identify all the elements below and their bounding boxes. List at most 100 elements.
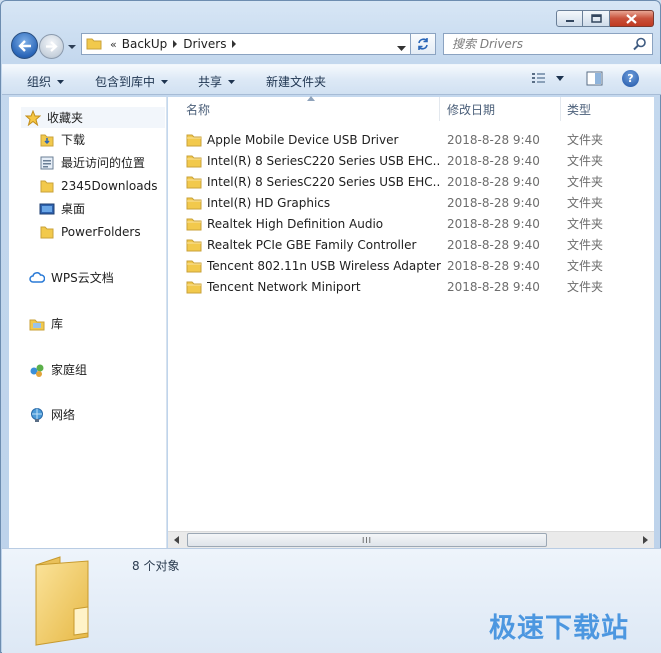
chevron-down-icon: [556, 75, 564, 81]
file-type: 文件夹: [567, 154, 604, 168]
file-name: Realtek High Definition Audio: [207, 216, 384, 231]
address-dropdown-icon[interactable]: [397, 41, 406, 55]
new-folder-button[interactable]: 新建文件夹: [266, 73, 326, 90]
share-label: 共享: [198, 75, 223, 89]
column-header-type[interactable]: 类型: [567, 97, 591, 121]
nav-item-homegroup[interactable]: 家庭组: [29, 359, 87, 380]
minimize-button[interactable]: [556, 10, 583, 27]
nav-item-powerfolders[interactable]: PowerFolders: [39, 221, 141, 242]
file-type: 文件夹: [567, 259, 604, 273]
horizontal-scrollbar[interactable]: III: [168, 531, 654, 548]
nav-favorites-label: 收藏夹: [47, 111, 84, 125]
file-row[interactable]: Intel(R) 8 SeriesC220 Series USB EHC... 2…: [186, 171, 646, 192]
folder-icon: [186, 176, 202, 188]
breadcrumb-backup[interactable]: BackUp: [122, 37, 168, 51]
folder-icon: [186, 197, 202, 209]
scrollbar-thumb[interactable]: III: [187, 533, 547, 547]
breadcrumb-separator[interactable]: [231, 38, 237, 51]
maximize-button[interactable]: [583, 10, 610, 27]
scroll-left-button[interactable]: [168, 532, 185, 548]
search-input[interactable]: [444, 34, 624, 54]
organize-label: 组织: [27, 75, 52, 89]
search-box[interactable]: [443, 33, 653, 55]
nav-item-label: WPS云文档: [51, 271, 114, 285]
desktop-icon: [39, 201, 55, 217]
file-date: 2018-8-28 9:40: [447, 132, 540, 147]
nav-item-recent-places[interactable]: 最近访问的位置: [39, 152, 145, 173]
file-row[interactable]: Intel(R) 8 SeriesC220 Series USB EHC... 2…: [186, 150, 646, 171]
nav-item-network[interactable]: 网络: [29, 404, 75, 425]
folder-icon: [186, 134, 202, 146]
column-header-name[interactable]: 名称: [186, 97, 210, 121]
nav-item-label: 桌面: [61, 202, 86, 216]
search-icon[interactable]: [633, 37, 647, 54]
column-divider[interactable]: [560, 97, 561, 121]
forward-button[interactable]: [39, 34, 64, 59]
breadcrumb-overflow[interactable]: «: [110, 38, 117, 51]
explorer-window: « BackUp Drivers 组织 包含到库中 共享: [0, 0, 661, 653]
network-icon: [29, 407, 45, 423]
preview-pane-button[interactable]: [586, 71, 604, 90]
nav-item-label: 网络: [51, 408, 76, 422]
address-bar[interactable]: « BackUp Drivers: [81, 33, 411, 55]
include-in-library-button[interactable]: 包含到库中: [95, 73, 169, 90]
file-row[interactable]: Apple Mobile Device USB Driver 2018-8-28 …: [186, 129, 646, 150]
share-button[interactable]: 共享: [198, 73, 236, 90]
file-name: Realtek PCIe GBE Family Controller: [207, 237, 417, 252]
folder-icon: [186, 260, 202, 272]
file-name: Tencent 802.11n USB Wireless Adapter: [207, 258, 441, 273]
nav-item-desktop[interactable]: 桌面: [39, 198, 85, 219]
folder-icon: [39, 178, 55, 194]
nav-item-label: 家庭组: [51, 363, 88, 377]
nav-item-downloads[interactable]: 下载: [39, 129, 85, 150]
file-row[interactable]: Intel(R) HD Graphics 2018-8-28 9:40 文件夹: [186, 192, 646, 213]
organize-button[interactable]: 组织: [27, 73, 65, 90]
nav-item-label: PowerFolders: [61, 224, 141, 239]
file-list: 名称 修改日期 类型 Apple Mobile Device USB Drive…: [168, 96, 654, 548]
nav-item-2345downloads[interactable]: 2345Downloads: [39, 175, 157, 196]
file-date: 2018-8-28 9:40: [447, 258, 540, 273]
close-button[interactable]: [610, 10, 654, 27]
chevron-down-icon: [228, 79, 236, 84]
column-header-date-modified[interactable]: 修改日期: [447, 97, 495, 121]
file-date: 2018-8-28 9:40: [447, 237, 540, 252]
file-row[interactable]: Realtek PCIe GBE Family Controller 2018-8…: [186, 234, 646, 255]
folder-icon: [186, 281, 202, 293]
chevron-down-icon: [161, 79, 169, 84]
help-button[interactable]: ?: [622, 70, 639, 87]
recent-pages-dropdown[interactable]: [67, 41, 77, 51]
scrollbar-grip: III: [361, 535, 373, 545]
file-name: Apple Mobile Device USB Driver: [207, 132, 399, 147]
change-view-button[interactable]: [531, 71, 564, 85]
nav-item-label: 最近访问的位置: [61, 156, 146, 170]
nav-favorites[interactable]: 收藏夹: [21, 107, 165, 128]
item-count: 8 个对象: [132, 559, 180, 573]
nav-item-label: 下载: [61, 133, 86, 147]
back-button[interactable]: [11, 32, 38, 59]
maximize-icon: [590, 14, 602, 23]
scroll-right-button[interactable]: [637, 532, 654, 548]
recent-places-icon: [39, 155, 55, 171]
file-type: 文件夹: [567, 196, 604, 210]
nav-item-wps-cloud[interactable]: WPS云文档: [29, 267, 114, 288]
file-date: 2018-8-28 9:40: [447, 153, 540, 168]
chevron-right-icon: [643, 536, 648, 544]
column-divider[interactable]: [439, 97, 440, 121]
file-name: Intel(R) 8 SeriesC220 Series USB EHC...: [207, 174, 441, 189]
refresh-button[interactable]: [411, 33, 436, 55]
file-date: 2018-8-28 9:40: [447, 195, 540, 210]
chevron-down-icon: [68, 45, 76, 49]
nav-item-library[interactable]: 库: [29, 313, 63, 334]
file-row[interactable]: Realtek High Definition Audio 2018-8-28 9…: [186, 213, 646, 234]
chevron-down-icon: [57, 79, 65, 84]
breadcrumb-separator[interactable]: [172, 38, 178, 51]
folder-icon: [186, 218, 202, 230]
file-row[interactable]: Tencent 802.11n USB Wireless Adapter 2018…: [186, 255, 646, 276]
file-type: 文件夹: [567, 238, 604, 252]
library-icon: [29, 316, 45, 332]
file-type: 文件夹: [567, 133, 604, 147]
file-type: 文件夹: [567, 217, 604, 231]
file-date: 2018-8-28 9:40: [447, 216, 540, 231]
file-row[interactable]: Tencent Network Miniport 2018-8-28 9:40 文件…: [186, 276, 646, 297]
breadcrumb-drivers[interactable]: Drivers: [183, 37, 226, 51]
